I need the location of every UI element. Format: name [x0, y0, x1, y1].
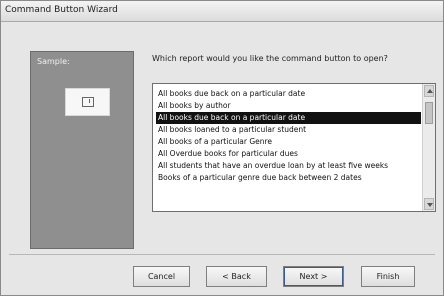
sample-label: Sample:	[37, 57, 70, 66]
window-title: Command Button Wizard	[5, 5, 118, 15]
arrow-down-icon	[427, 203, 433, 207]
sample-button-preview	[65, 88, 110, 116]
report-list-scrollbar[interactable]	[422, 84, 435, 211]
sample-panel: Sample:	[30, 51, 134, 249]
scroll-thumb[interactable]	[425, 102, 433, 124]
dialog-separator	[9, 254, 435, 255]
command-button-wizard-dialog: Command Button Wizard Sample: Which repo…	[0, 0, 444, 296]
report-icon	[81, 97, 94, 107]
title-bar: Command Button Wizard	[1, 1, 443, 22]
report-item-4[interactable]: All books loaned to a particular student	[156, 124, 421, 136]
question-text: Which report would you like the command …	[152, 54, 388, 63]
report-item-6[interactable]: All Overdue books for particular dues	[156, 148, 421, 160]
report-item-5[interactable]: All books of a particular Genre	[156, 136, 421, 148]
report-item-1[interactable]: All books due back on a particular date	[156, 88, 421, 100]
report-item-2[interactable]: All books by author	[156, 100, 421, 112]
report-item-3[interactable]: All books due back on a particular date	[156, 112, 421, 124]
report-item-7[interactable]: All students that have an overdue loan b…	[156, 160, 421, 172]
scroll-up-button[interactable]	[424, 85, 434, 97]
finish-button[interactable]: Finish	[361, 266, 415, 287]
cancel-button[interactable]: Cancel	[133, 266, 190, 287]
next-button[interactable]: Next >	[283, 266, 344, 287]
report-list[interactable]: All books due back on a particular date …	[152, 83, 436, 212]
scroll-down-button[interactable]	[424, 198, 434, 210]
arrow-up-icon	[427, 89, 433, 93]
report-item-8[interactable]: Books of a particular genre due back bet…	[156, 172, 421, 184]
back-button[interactable]: < Back	[206, 266, 267, 287]
